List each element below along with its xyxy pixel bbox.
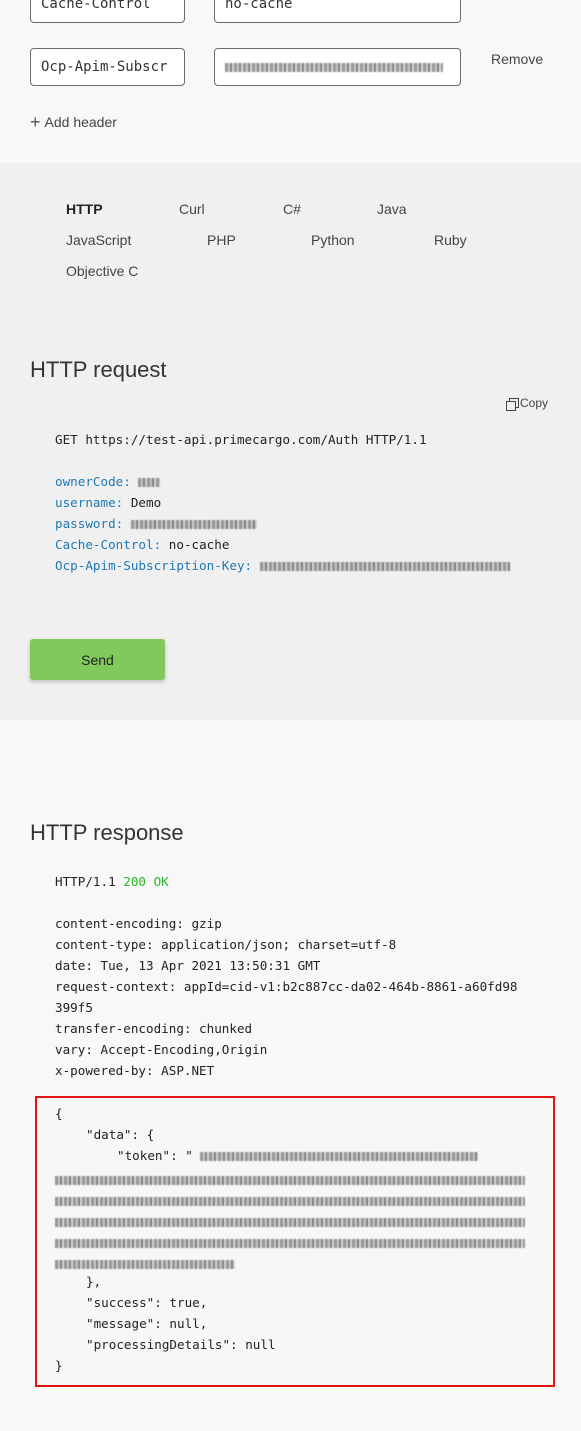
response-header: content-type: application/json; charset=… bbox=[55, 937, 397, 952]
tab-csharp[interactable]: C# bbox=[283, 201, 301, 217]
request-header-line: username: Demo bbox=[55, 495, 161, 510]
masked-value bbox=[259, 562, 510, 571]
response-header: request-context: appId=cid-v1:b2c887cc-d… bbox=[55, 979, 518, 994]
response-title: HTTP response bbox=[30, 820, 184, 845]
response-header: vary: Accept-Encoding,Origin bbox=[55, 1042, 268, 1057]
masked-token-line bbox=[55, 1215, 525, 1229]
header-value: Demo bbox=[130, 495, 162, 510]
add-header-label: Add header bbox=[44, 114, 117, 130]
json-line: "success": true, bbox=[86, 1295, 208, 1310]
tab-javascript[interactable]: JavaScript bbox=[66, 232, 131, 248]
copy-button[interactable]: Copy bbox=[506, 396, 549, 411]
masked-token-line bbox=[55, 1257, 235, 1271]
json-line: "data": { bbox=[86, 1127, 155, 1142]
masked-token bbox=[200, 1152, 479, 1161]
header-key: Cache-Control: bbox=[55, 537, 162, 552]
json-line: } bbox=[55, 1358, 63, 1373]
header-key: Ocp-Apim-Subscription-Key: bbox=[55, 558, 253, 573]
request-title: HTTP request bbox=[30, 357, 167, 382]
tab-ruby[interactable]: Ruby bbox=[434, 232, 467, 248]
json-line: "message": null, bbox=[86, 1316, 208, 1331]
send-button[interactable]: Send bbox=[30, 639, 165, 680]
remove-header-button[interactable]: Remove bbox=[491, 51, 543, 67]
headers-section: Cache-Control no-cache Ocp-Apim-Subscr R… bbox=[0, 0, 581, 163]
masked-value bbox=[138, 478, 161, 487]
tab-objective-c[interactable]: Objective C bbox=[66, 263, 138, 279]
header-name-input[interactable]: Ocp-Apim-Subscr bbox=[30, 48, 185, 86]
header-value: no-cache bbox=[168, 537, 230, 552]
copy-icon bbox=[506, 397, 519, 411]
json-line: "processingDetails": null bbox=[86, 1337, 276, 1352]
response-header: transfer-encoding: chunked bbox=[55, 1021, 253, 1036]
response-header: 399f5 bbox=[55, 1000, 93, 1015]
status-protocol: HTTP/1.1 bbox=[55, 874, 116, 889]
header-value-input[interactable] bbox=[214, 48, 461, 86]
response-header: x-powered-by: ASP.NET bbox=[55, 1063, 215, 1078]
tab-java[interactable]: Java bbox=[377, 201, 407, 217]
tab-php[interactable]: PHP bbox=[207, 232, 236, 248]
masked-value bbox=[130, 520, 257, 529]
json-line: }, bbox=[86, 1274, 102, 1289]
response-header: content-encoding: gzip bbox=[55, 916, 222, 931]
token-key: "token": " bbox=[117, 1148, 193, 1163]
header-name-input[interactable]: Cache-Control bbox=[30, 0, 185, 23]
add-header-button[interactable]: + Add header bbox=[30, 112, 117, 132]
status-code: 200 OK bbox=[123, 874, 169, 889]
request-header-line: ownerCode: bbox=[55, 474, 161, 489]
request-header-line: Cache-Control: no-cache bbox=[55, 537, 229, 552]
status-line: HTTP/1.1 200 OK bbox=[55, 874, 169, 889]
plus-icon: + bbox=[30, 112, 41, 132]
json-line: { bbox=[55, 1106, 63, 1121]
masked-token-line bbox=[55, 1194, 525, 1208]
tab-http[interactable]: HTTP bbox=[66, 201, 103, 217]
masked-subscription-key bbox=[225, 62, 443, 72]
header-value-input[interactable]: no-cache bbox=[214, 0, 461, 23]
response-body-highlight: { "data": { "token": " }, "success": tru… bbox=[35, 1096, 555, 1387]
masked-token-line bbox=[55, 1173, 525, 1187]
header-key: username: bbox=[55, 495, 124, 510]
copy-label: Copy bbox=[520, 396, 549, 410]
header-key: password: bbox=[55, 516, 124, 531]
tab-python[interactable]: Python bbox=[311, 232, 355, 248]
request-header-line: Ocp-Apim-Subscription-Key: bbox=[55, 558, 510, 573]
response-section: HTTP response HTTP/1.1 200 OK content-en… bbox=[0, 720, 581, 1431]
response-header: date: Tue, 13 Apr 2021 13:50:31 GMT bbox=[55, 958, 321, 973]
header-key: ownerCode: bbox=[55, 474, 131, 489]
tab-curl[interactable]: Curl bbox=[179, 201, 205, 217]
masked-token-line bbox=[55, 1236, 525, 1250]
json-line: "token": " bbox=[117, 1148, 479, 1163]
request-header-line: password: bbox=[55, 516, 257, 531]
request-section: HTTP Curl C# Java JavaScript PHP Python … bbox=[0, 163, 581, 720]
request-line: GET https://test-api.primecargo.com/Auth… bbox=[55, 432, 427, 447]
